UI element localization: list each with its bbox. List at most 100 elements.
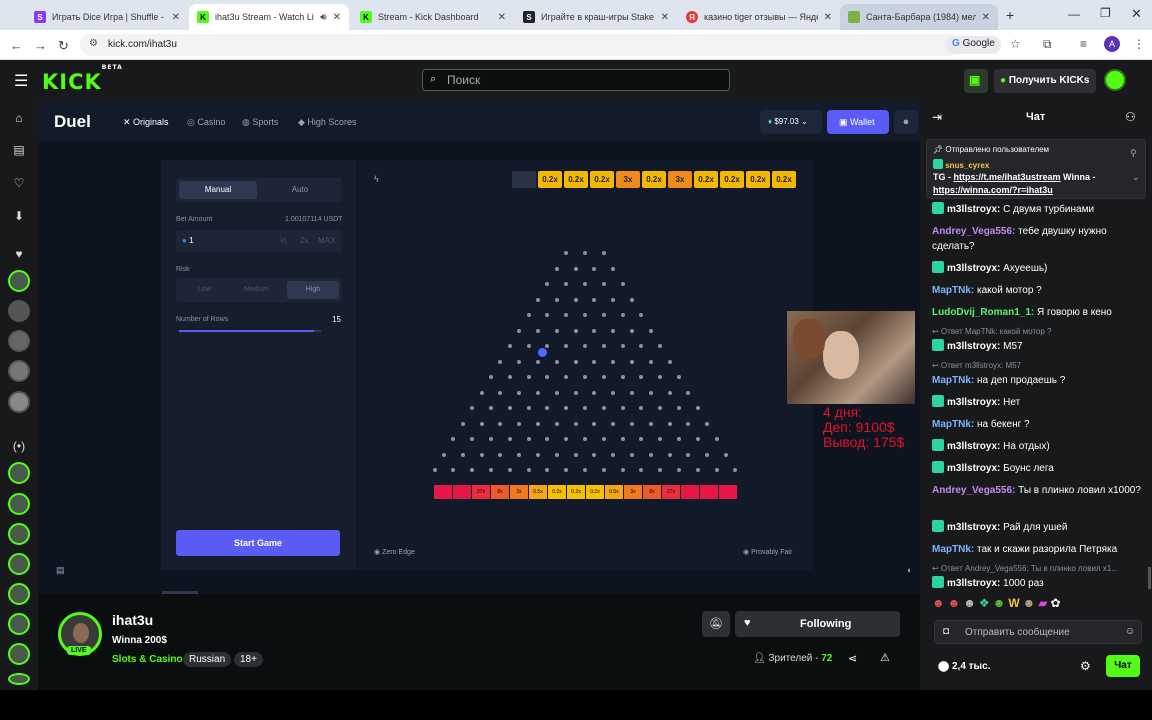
chat-send-button[interactable]: Чат [1106,655,1140,677]
unpin-icon[interactable]: ⚲ [1130,148,1137,159]
collapse-chat-icon[interactable]: ⇥ [932,110,942,124]
chat-input[interactable]: ◘ Отправить сообщение ☺ [934,620,1142,644]
close-tab-icon[interactable]: ✕ [333,12,341,23]
chat-scrollbar[interactable] [1148,567,1151,589]
chat-username[interactable]: MapTNk: [932,544,977,555]
chat-message[interactable]: m3llstroyx: Рай для ушей [932,520,1144,535]
maximize-icon[interactable]: ❐ [1100,6,1111,20]
recommended-channel-avatar[interactable] [8,553,30,575]
recommended-channel-avatar[interactable] [8,493,30,515]
report-icon[interactable]: ⚠ [880,651,890,664]
google-lens-chip[interactable]: G Google [946,36,1001,54]
back-icon[interactable]: ← [10,38,23,53]
tag-russian[interactable]: Russian [183,652,232,667]
chat-username[interactable]: MapTNk: [932,285,977,296]
following-icon[interactable]: ♡ [9,173,29,193]
chat-message[interactable]: m3llstroyx: Нет [932,395,1144,410]
chat-message[interactable]: LudoDvij_Roman1_1: Я говорю в кено [932,305,1144,320]
kick-logo[interactable]: KICKBETA [42,64,123,94]
chat-username[interactable]: Andrey_Vega556: [932,226,1018,237]
emoji-icon[interactable]: ☺ [1125,626,1135,637]
recommended-channel-avatar[interactable] [8,613,30,635]
followed-channel-avatar[interactable] [8,330,30,352]
recommended-channel-avatar[interactable] [8,523,30,545]
new-tab-icon[interactable]: + [1006,7,1014,23]
chat-username[interactable]: LudoDvij_Roman1_1: [932,307,1037,318]
emote-icon[interactable]: ☻ [963,596,979,610]
home-icon[interactable]: ⌂ [9,108,29,128]
chat-username[interactable]: m3llstroyx: [947,463,1003,474]
recommended-channel-avatar[interactable] [8,462,30,484]
browser-tab[interactable]: K Stream - Kick Dashboard ✕ [352,4,514,30]
followed-channel-avatar[interactable] [8,300,30,322]
forward-icon[interactable]: → [34,38,47,53]
stream-player[interactable]: Duel ✕ Originals ◎ Casino ◍ Sports ◆ Hig… [38,102,920,594]
chat-message[interactable]: MapTNk: какой мотор ? [932,283,1144,298]
emote-bar[interactable]: ☻☻☻❖☻W☻▰✿ [932,596,1142,614]
user-avatar[interactable] [1104,69,1126,91]
extensions-icon[interactable]: ⧉ [1043,37,1052,52]
chat-username[interactable]: m3llstroyx: [947,341,1003,352]
recommended-channel-avatar[interactable] [8,643,30,665]
chat-username[interactable]: m3llstroyx: [947,441,1003,452]
streamer-name[interactable]: ihat3u [112,612,153,628]
speaker-icon[interactable]: 🔊︎ [320,12,326,23]
site-info-icon[interactable]: ⚙ [89,38,98,49]
browser-tab[interactable]: S Играйте в краш-игры Stake O ✕ [515,4,677,30]
chat-message[interactable]: Andrey_Vega556: Ты в плинко ловил х1000? [932,483,1144,498]
recommended-channel-avatar[interactable] [8,583,30,605]
pinned-link-telegram[interactable]: https://t.me/ihat3ustream [954,172,1061,182]
close-tab-icon[interactable]: ✕ [498,12,506,23]
chat-message[interactable]: MapTNk: на деп продаешь ? [932,373,1144,388]
url-field[interactable]: ⚙ kick.com/ihat3u [80,34,960,56]
chat-username[interactable]: m3llstroyx: [947,204,1003,215]
notifications-off-button[interactable]: 🔕︎ [702,611,730,637]
reload-icon[interactable]: ↻ [58,38,69,54]
chat-message[interactable]: m3llstroyx: На отдых) [932,439,1144,454]
pinned-link-winna[interactable]: https://winna.com/?r=ihat3u [933,185,1053,195]
chat-message[interactable]: MapTNk: на бекенг ? [932,417,1144,432]
chat-username[interactable]: MapTNk: [932,419,977,430]
chat-username[interactable]: m3llstroyx: [947,263,1003,274]
close-window-icon[interactable]: ✕ [1131,6,1142,22]
browser-menu-icon[interactable]: ⋮ [1133,37,1145,51]
chat-message[interactable]: m3llstroyx: Боунс лега [932,461,1144,476]
browse-icon[interactable]: ▤ [9,140,29,160]
chat-username[interactable]: m3llstroyx: [947,522,1003,533]
stream-category[interactable]: Slots & Casino [112,654,183,665]
chat-username[interactable]: m3llstroyx: [947,578,1003,589]
get-kicks-button[interactable]: ● Получить KICKs [994,69,1096,93]
chat-users-icon[interactable]: ⚇ [1125,110,1136,124]
browser-tab[interactable]: Я казино tiger отзывы — Яндекс ✕ [678,4,840,30]
store-button[interactable]: ▣ [964,69,988,93]
emote-icon[interactable]: ❖ [979,596,993,610]
emote-icon[interactable]: ▰ [1038,596,1050,610]
emote-icon[interactable]: ✿ [1051,596,1064,610]
pinned-message[interactable]: 📌︎ Отправлено пользователем snus_cyrex T… [926,139,1146,199]
live-channels-icon[interactable]: (•) [9,436,29,456]
emote-icon[interactable]: ☻ [948,596,964,610]
profile-avatar[interactable]: A [1104,36,1120,52]
bookmark-star-icon[interactable]: ☆ [1010,37,1021,51]
following-button[interactable]: ♥ Following [735,611,900,637]
emote-icon[interactable]: ☻ [932,596,948,610]
chat-username[interactable]: MapTNk: [932,375,977,386]
chat-message[interactable]: m3llstroyx: M57 [932,339,1144,354]
followed-channel-avatar[interactable] [8,270,30,292]
close-tab-icon[interactable]: ✕ [172,12,180,23]
reading-list-icon[interactable]: ≡ [1080,37,1087,51]
clips-icon[interactable]: ⬇ [9,206,29,226]
minimize-icon[interactable]: — [1068,7,1080,21]
browser-tab[interactable]: Санта-Барбара (1984) мелодр ✕ [840,4,998,30]
followed-channel-avatar[interactable] [8,391,30,413]
recommended-channel-avatar[interactable] [8,673,30,685]
chat-settings-icon[interactable]: ⚙ [1080,659,1091,673]
chat-username[interactable]: m3llstroyx: [947,397,1003,408]
chat-username[interactable]: Andrey_Vega556: [932,485,1018,496]
search-input[interactable]: ⌕ Поиск [422,69,730,91]
close-tab-icon[interactable]: ✕ [982,12,990,23]
chat-message[interactable]: m3llstroyx: С двумя турбинами [932,202,1144,217]
chat-message[interactable]: Andrey_Vega556: тебе двушку нужно сделат… [932,224,1144,254]
expand-pinned-icon[interactable]: ⌄ [1132,172,1140,183]
followed-channels-heart-icon[interactable]: ♥ [9,244,29,264]
